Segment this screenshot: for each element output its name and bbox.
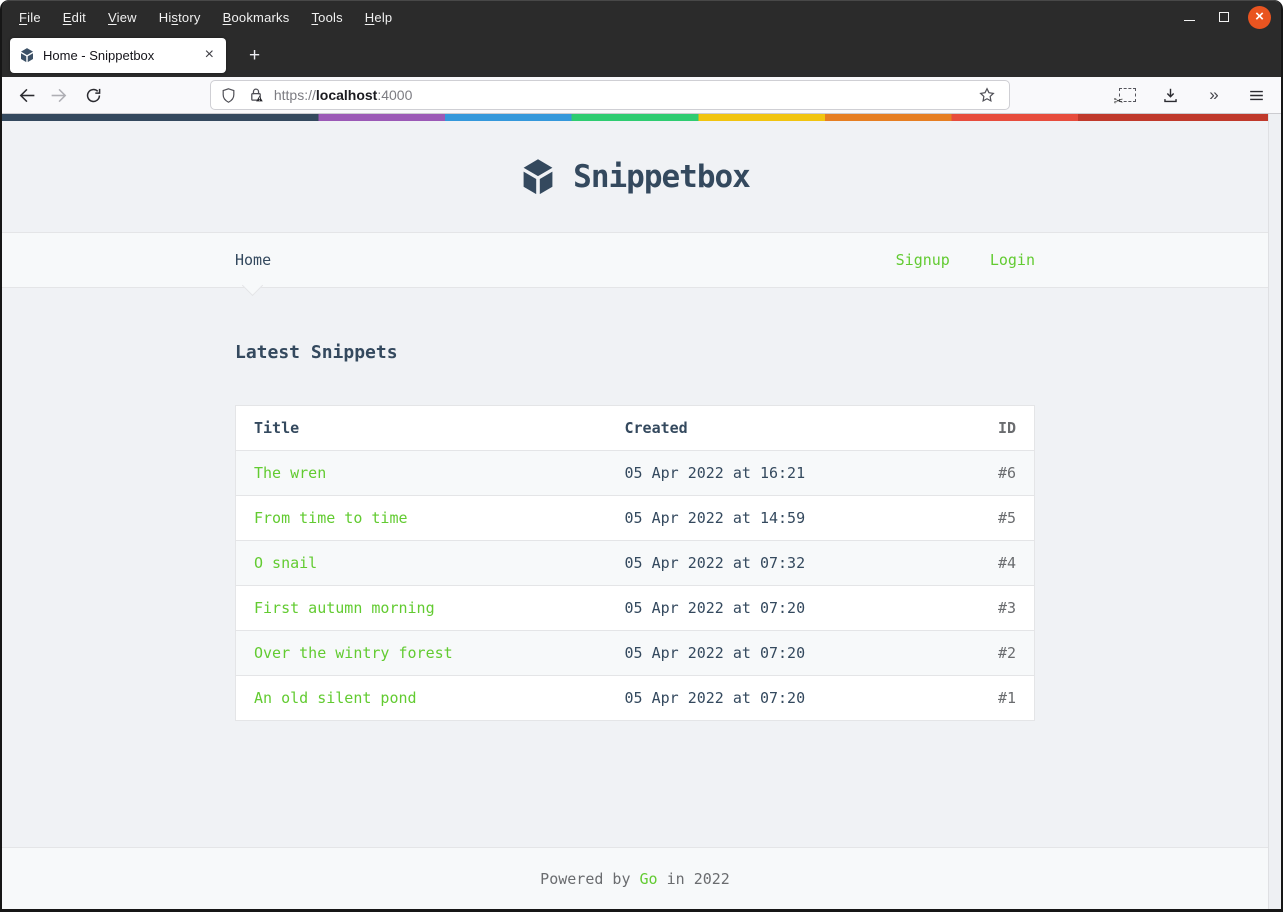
snippet-title-link[interactable]: O snail (254, 554, 317, 572)
nav-left: Home (235, 251, 896, 269)
tab-home-snippetbox[interactable]: Home - Snippetbox × (10, 37, 226, 73)
forward-icon (52, 88, 67, 102)
overflow-menu-button[interactable]: » (1196, 81, 1230, 109)
menu-item-view[interactable]: View (97, 5, 148, 30)
titlebar: File Edit View History Bookmarks Tools Help × (2, 0, 1281, 33)
table-row: First autumn morning 05 Apr 2022 at 07:2… (235, 585, 1035, 631)
table-row: From time to time 05 Apr 2022 at 14:59 #… (235, 495, 1035, 541)
url-text: https://localhost:4000 (274, 87, 972, 103)
snippet-title-link[interactable]: From time to time (254, 509, 408, 527)
tab-close-button[interactable]: × (201, 46, 218, 64)
snippet-created-date: 05 Apr 2022 at 07:20 (606, 585, 920, 631)
tracking-shield-icon (222, 87, 235, 103)
snippet-created-date: 05 Apr 2022 at 07:20 (606, 630, 920, 676)
nav-link-signup[interactable]: Signup (896, 251, 950, 269)
nav-right: Signup Login (896, 251, 1035, 269)
url-scheme: https:// (273, 87, 316, 103)
snippet-created-date: 05 Apr 2022 at 16:21 (606, 450, 920, 496)
tab-title: Home - Snippetbox (43, 47, 155, 63)
column-header-title: Title (235, 405, 607, 451)
snippet-title-link[interactable]: The wren (254, 464, 326, 482)
minimize-icon (1183, 20, 1195, 21)
snippet-id: #6 (919, 450, 1035, 496)
maximize-icon (1219, 12, 1229, 22)
browser-toolbar: https://localhost:4000 ✂ » (2, 77, 1281, 114)
snippet-title-link[interactable]: First autumn morning (254, 599, 435, 617)
site-nav: Home Signup Login (2, 232, 1268, 288)
double-chevron-icon: » (1209, 85, 1219, 104)
url-host: localhost (315, 87, 378, 103)
snippet-created-date: 05 Apr 2022 at 07:32 (606, 540, 920, 586)
minimize-button[interactable] (1178, 6, 1200, 28)
rainbow-strip (2, 114, 1268, 121)
close-window-button[interactable]: × (1248, 5, 1271, 29)
window-controls: × (1178, 5, 1271, 29)
snippet-id: #3 (919, 585, 1035, 631)
url-port: :4000 (377, 87, 413, 103)
column-header-id: ID (919, 405, 1035, 451)
menu-item-history[interactable]: History (148, 5, 212, 30)
menu-item-edit[interactable]: Edit (52, 5, 97, 30)
new-tab-button[interactable]: + (241, 42, 268, 69)
maximize-button[interactable] (1213, 6, 1235, 28)
table-row: O snail 05 Apr 2022 at 07:32 #4 (235, 540, 1035, 586)
page-title: Latest Snippets (235, 342, 398, 363)
snippet-id: #1 (919, 675, 1035, 721)
column-header-created: Created (606, 405, 920, 451)
snippet-id: #2 (919, 630, 1035, 676)
reload-button[interactable] (77, 81, 110, 109)
toolbar-right-icons: ✂ » (1110, 81, 1273, 109)
snippet-created-date: 05 Apr 2022 at 07:20 (606, 675, 920, 721)
tab-favicon-cube-icon (21, 48, 33, 63)
downloads-button[interactable] (1153, 81, 1187, 109)
page-viewport: Snippetbox Home Signup Login Latest Snip… (2, 114, 1281, 909)
star-icon (979, 87, 995, 102)
table-row: An old silent pond 05 Apr 2022 at 07:20 … (235, 675, 1035, 721)
download-icon (1163, 88, 1177, 102)
forward-button[interactable] (43, 81, 76, 109)
bookmark-star-button[interactable] (974, 81, 1000, 109)
back-icon (19, 88, 35, 102)
snippet-title-link[interactable]: Over the wintry forest (254, 644, 453, 662)
snippet-id: #4 (919, 540, 1035, 586)
screenshot-icon: ✂ (1114, 88, 1136, 108)
footer-text-prefix: Powered by (540, 869, 640, 888)
snippet-title-link[interactable]: An old silent pond (254, 689, 417, 707)
vertical-scrollbar[interactable] (1268, 114, 1281, 909)
footer-text-suffix: in 2022 (657, 869, 730, 888)
table-row: Over the wintry forest 05 Apr 2022 at 07… (235, 630, 1035, 676)
insecure-lock-icon (251, 88, 263, 102)
snippetbox-page: Snippetbox Home Signup Login Latest Snip… (2, 114, 1268, 909)
table-row: The wren 05 Apr 2022 at 16:21 #6 (235, 450, 1035, 496)
snippet-id: #5 (919, 495, 1035, 541)
browser-window: File Edit View History Bookmarks Tools Help × … (0, 0, 1283, 912)
snippets-table: Title Created ID The wren 05 Apr 2022 at… (235, 405, 1035, 721)
url-bar[interactable]: https://localhost:4000 (209, 80, 1010, 110)
nav-link-login[interactable]: Login (990, 251, 1035, 269)
snippet-created-date: 05 Apr 2022 at 14:59 (606, 495, 920, 541)
nav-link-home[interactable]: Home (235, 251, 271, 269)
hamburger-menu-icon (1249, 90, 1263, 100)
tab-strip: Home - Snippetbox × + (2, 33, 1281, 77)
site-title[interactable]: Snippetbox (573, 159, 751, 195)
menu-item-tools[interactable]: Tools (300, 5, 353, 30)
table-header-row: Title Created ID (235, 405, 1035, 451)
menu-item-help[interactable]: Help (354, 5, 404, 30)
back-button[interactable] (10, 81, 43, 109)
menubar: File Edit View History Bookmarks Tools Help (8, 5, 403, 30)
site-header: Snippetbox (2, 121, 1268, 232)
menu-item-file[interactable]: File (8, 5, 52, 30)
screenshot-button[interactable]: ✂ (1110, 81, 1144, 109)
footer-go-link[interactable]: Go (640, 870, 658, 888)
app-menu-button[interactable] (1239, 81, 1273, 109)
snippetbox-logo-cube-icon (523, 158, 553, 194)
menu-item-bookmarks[interactable]: Bookmarks (212, 5, 301, 30)
site-footer: Powered by Go in 2022 (2, 847, 1268, 909)
close-icon: × (1255, 8, 1264, 25)
main-content: Latest Snippets Title Created ID The wre… (2, 342, 1268, 847)
reload-icon (86, 88, 101, 102)
